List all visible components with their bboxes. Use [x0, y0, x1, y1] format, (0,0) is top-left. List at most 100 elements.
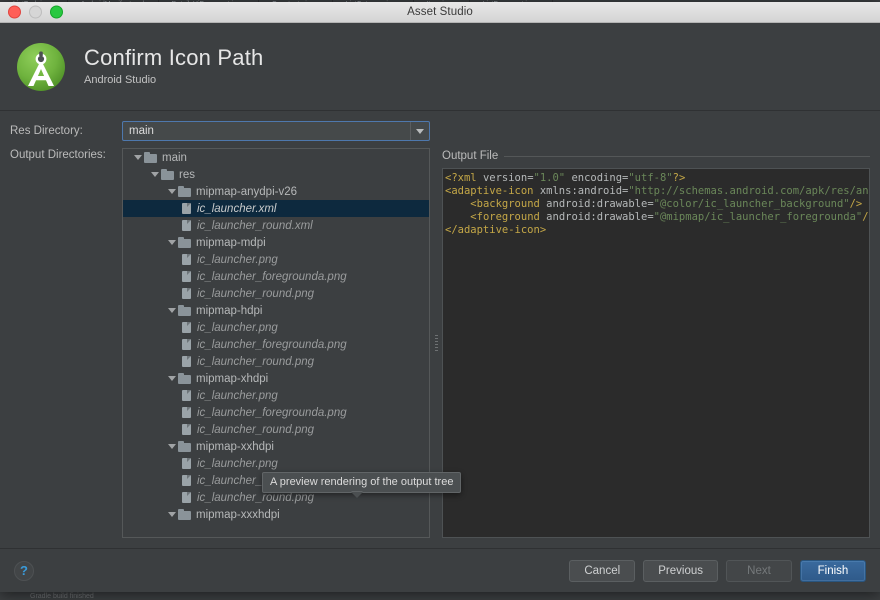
folder-icon — [178, 373, 191, 384]
chevron-down-icon[interactable] — [165, 376, 178, 381]
tree-row-label: ic_launcher.xml — [197, 202, 277, 215]
file-icon — [182, 356, 191, 367]
chevron-down-icon[interactable] — [410, 122, 429, 140]
code-token: </adaptive-icon> — [445, 224, 547, 236]
tree-row-label: ic_launcher_foregrounda.png — [197, 338, 347, 351]
file-icon — [182, 322, 191, 333]
chevron-down-icon[interactable] — [148, 172, 161, 177]
file-icon — [182, 390, 191, 401]
output-file-title: Output File — [442, 150, 499, 162]
tree-row-label: ic_launcher_round.xml — [197, 219, 313, 232]
tooltip-tail-icon — [351, 491, 363, 498]
chevron-down-icon[interactable] — [165, 512, 178, 517]
folder-icon — [178, 305, 191, 316]
window-controls[interactable] — [8, 5, 63, 19]
tree-row[interactable]: main — [123, 149, 429, 166]
code-token: "1.0" — [533, 172, 566, 184]
tree-row-label: mipmap-hdpi — [196, 304, 263, 317]
cancel-button[interactable]: Cancel — [569, 559, 636, 582]
tree-row-label: mipmap-xhdpi — [196, 372, 269, 385]
chevron-down-icon[interactable] — [131, 155, 144, 160]
close-window-icon[interactable] — [8, 5, 21, 19]
chevron-down-icon[interactable] — [165, 240, 178, 245]
code-token: "@color/ic_launcher_background" — [653, 198, 850, 210]
tree-row[interactable]: ic_launcher.png — [123, 455, 429, 472]
output-file-preview[interactable]: <?xml version="1.0" encoding="utf-8"?> <a… — [442, 168, 870, 538]
code-token: /> — [849, 198, 863, 210]
file-icon — [182, 492, 191, 503]
tree-row[interactable]: ic_launcher.png — [123, 251, 429, 268]
tree-row[interactable]: ic_launcher_round.xml — [123, 217, 429, 234]
res-directory-row: Res Directory: main — [10, 121, 870, 141]
folder-icon — [178, 509, 191, 520]
output-directories-label: Output Directories: — [10, 149, 106, 161]
code-token: "http://schemas.android.com/apk/res/andr… — [628, 185, 869, 197]
tree-row[interactable]: ic_launcher.png — [123, 387, 429, 404]
code-token: <background — [470, 198, 540, 210]
tree-row[interactable]: ic_launcher_round.png — [123, 285, 429, 302]
dialog-title: Confirm Icon Path — [84, 45, 264, 70]
chevron-down-icon[interactable] — [165, 189, 178, 194]
tree-row[interactable]: res — [123, 166, 429, 183]
tree-row[interactable]: mipmap-xhdpi — [123, 370, 429, 387]
maximize-window-icon[interactable] — [50, 5, 63, 19]
tree-row[interactable]: ic_launcher_round.png — [123, 353, 429, 370]
tree-row-label: ic_launcher_round.png — [197, 423, 315, 436]
tree-row[interactable]: ic_launcher_foregrounda.png — [123, 336, 429, 353]
asset-studio-dialog: Asset Studio Confirm Icon Path Android S… — [0, 2, 880, 592]
file-icon — [182, 288, 191, 299]
file-icon — [182, 220, 191, 231]
tree-row-label: ic_launcher_round.png — [197, 491, 315, 504]
file-icon — [182, 339, 191, 350]
chevron-down-icon[interactable] — [165, 308, 178, 313]
footer-button-row: Cancel Previous Next Finish — [569, 559, 866, 582]
code-token: <?xml — [445, 172, 477, 184]
folder-icon — [161, 169, 174, 180]
android-studio-logo-icon — [14, 40, 68, 94]
res-directory-select[interactable]: main — [122, 121, 430, 141]
code-token: android:drawable= — [546, 198, 654, 210]
tree-row[interactable]: ic_launcher_round.png — [123, 421, 429, 438]
tree-row-label: main — [162, 151, 187, 164]
output-file-header: Output File — [442, 148, 870, 164]
tree-row[interactable]: mipmap-xxhdpi — [123, 438, 429, 455]
tree-row[interactable]: mipmap-mdpi — [123, 234, 429, 251]
file-icon — [182, 254, 191, 265]
folder-icon — [178, 237, 191, 248]
window-titlebar[interactable]: Asset Studio — [0, 2, 880, 23]
dialog-footer: ? Cancel Previous Next Finish — [0, 548, 880, 592]
tree-tooltip: A preview rendering of the output tree — [262, 472, 462, 498]
help-button[interactable]: ? — [14, 560, 34, 581]
code-token: "@mipmap/ic_launcher_foregrounda" — [653, 211, 863, 223]
code-token: android:drawable= — [546, 211, 654, 223]
code-token: version= — [482, 172, 534, 184]
folder-icon — [178, 186, 191, 197]
tree-row[interactable]: ic_launcher_foregrounda.png — [123, 404, 429, 421]
tree-row-label: ic_launcher_foregrounda.png — [197, 406, 347, 419]
screen-root: ListTask.java×AndroidManifest.xml×Detail… — [0, 0, 880, 600]
tree-row[interactable]: ic_launcher.xml — [123, 200, 429, 217]
tree-row[interactable]: mipmap-anydpi-v26 — [123, 183, 429, 200]
previous-button[interactable]: Previous — [643, 559, 718, 582]
tree-row-label: ic_launcher.png — [197, 457, 278, 470]
res-directory-value: main — [129, 125, 154, 137]
tree-row-label: ic_launcher_round.png — [197, 287, 315, 300]
code-token: ?> — [672, 172, 686, 184]
minimize-window-icon[interactable] — [29, 5, 42, 19]
ide-status-bar — [0, 591, 880, 600]
divider — [504, 155, 870, 157]
tree-row[interactable]: ic_launcher_foregrounda.png — [123, 268, 429, 285]
tree-row[interactable]: mipmap-xxxhdpi — [123, 506, 429, 523]
finish-button[interactable]: Finish — [800, 559, 866, 582]
tree-row[interactable]: ic_launcher.png — [123, 319, 429, 336]
code-token: xmlns:android= — [539, 185, 629, 197]
tree-row[interactable]: mipmap-hdpi — [123, 302, 429, 319]
chevron-down-icon[interactable] — [165, 444, 178, 449]
tree-row-label: ic_launcher.png — [197, 253, 278, 266]
file-icon — [182, 407, 191, 418]
dialog-body: Res Directory: main Output Directories: … — [0, 111, 880, 548]
file-icon — [182, 203, 191, 214]
tree-row-label: mipmap-anydpi-v26 — [196, 185, 297, 198]
